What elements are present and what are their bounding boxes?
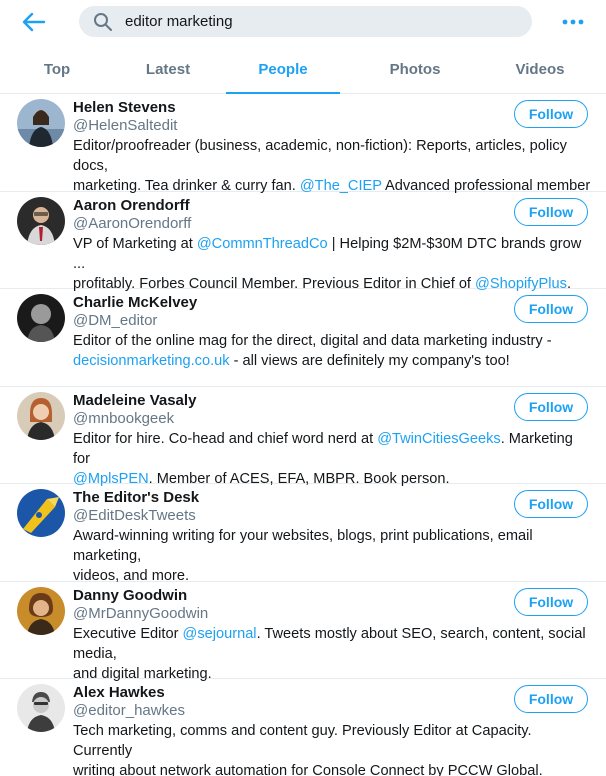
top-bar [0, 0, 606, 44]
avatar[interactable] [17, 196, 65, 245]
user-bio: Editor of the online mag for the direct,… [73, 331, 593, 371]
user-result-item[interactable]: Madeleine Vasaly @mnbookgeek Editor for … [0, 387, 606, 487]
user-display-name: Alex Hawkes [73, 684, 165, 701]
tab-videos[interactable]: Videos [483, 48, 597, 94]
follow-button[interactable]: Follow [514, 685, 588, 713]
search-input[interactable] [125, 6, 515, 37]
follow-button[interactable]: Follow [514, 587, 588, 616]
user-bio: Tech marketing, comms and content guy. P… [73, 721, 593, 776]
tab-photos[interactable]: Photos [358, 48, 472, 94]
bio-mention-link[interactable]: @sejournal [183, 626, 257, 642]
user-handle: @mnbookgeek [73, 409, 175, 427]
search-tabs: Top Latest People Photos Videos [0, 48, 606, 94]
follow-button[interactable]: Follow [514, 100, 588, 128]
bio-text: Tech marketing, comms and content guy. P… [73, 723, 543, 776]
bio-text: Award-winning writing for your websites,… [73, 528, 533, 584]
avatar[interactable] [17, 489, 65, 537]
bio-mention-link[interactable]: @TwinCitiesGeeks [377, 431, 501, 447]
user-bio: Editor/proofreader (business, academic, … [73, 136, 593, 196]
search-bar[interactable] [79, 6, 532, 37]
bio-text: Editor for hire. Co-head and chief word … [73, 430, 378, 447]
tab-top[interactable]: Top [0, 48, 114, 94]
user-result-item[interactable]: Helen Stevens @HelenSaltedit Editor/proo… [0, 94, 606, 194]
user-bio: VP of Marketing at @CommnThreadCo | Help… [73, 234, 593, 294]
bio-mention-link[interactable]: @CommnThreadCo [197, 236, 328, 252]
tab-latest[interactable]: Latest [111, 48, 225, 94]
people-results-list: Helen Stevens @HelenSaltedit Editor/proo… [0, 94, 606, 776]
user-handle: @editor_hawkes [73, 702, 185, 719]
user-display-name: The Editor's Desk [73, 489, 200, 506]
bio-text: - all views are definitely my company's … [229, 353, 510, 369]
avatar[interactable] [17, 99, 65, 147]
user-result-item[interactable]: Aaron Orendorff @AaronOrendorff VP of Ma… [0, 192, 606, 292]
follow-button[interactable]: Follow [514, 490, 588, 518]
user-bio: Executive Editor @sejournal. Tweets most… [73, 624, 593, 684]
user-display-name: Helen Stevens [73, 99, 176, 116]
user-display-name: Madeleine Vasaly [73, 391, 197, 409]
magnifier-icon [94, 13, 112, 31]
user-display-name: Aaron Orendorff [73, 196, 190, 214]
avatar[interactable] [17, 391, 65, 440]
arrow-left-icon[interactable] [20, 10, 46, 34]
user-result-item[interactable]: Charlie McKelvey @DM_editor Editor of th… [0, 289, 606, 387]
avatar[interactable] [17, 684, 65, 732]
avatar[interactable] [17, 294, 65, 342]
user-bio: Award-winning writing for your websites,… [73, 526, 593, 586]
user-handle: @AaronOrendorff [73, 214, 192, 232]
user-handle: @DM_editor [73, 312, 158, 329]
user-handle: @HelenSaltedit [73, 117, 178, 134]
bio-website-link[interactable]: decisionmarketing.co.uk [73, 353, 230, 369]
user-handle: @MrDannyGoodwin [73, 604, 209, 622]
tab-people[interactable]: People [226, 48, 340, 94]
user-display-name: Danny Goodwin [73, 586, 188, 604]
bio-text: Executive Editor [73, 625, 183, 642]
avatar[interactable] [17, 586, 65, 635]
user-result-item[interactable]: Danny Goodwin @MrDannyGoodwin Executive … [0, 582, 606, 682]
user-bio: Editor for hire. Co-head and chief word … [73, 429, 593, 489]
user-handle: @EditDeskTweets [73, 507, 196, 524]
user-result-item[interactable]: Alex Hawkes @editor_hawkes Tech marketin… [0, 679, 606, 776]
follow-button[interactable]: Follow [514, 295, 588, 323]
bio-text: Editor of the online mag for the direct,… [73, 333, 552, 349]
user-result-item[interactable]: The Editor's Desk @EditDeskTweets Award-… [0, 484, 606, 584]
follow-button[interactable]: Follow [514, 392, 588, 421]
more-dots-icon[interactable] [560, 12, 586, 32]
follow-button[interactable]: Follow [514, 197, 588, 226]
user-display-name: Charlie McKelvey [73, 294, 198, 311]
bio-text: VP of Marketing at [73, 235, 197, 252]
